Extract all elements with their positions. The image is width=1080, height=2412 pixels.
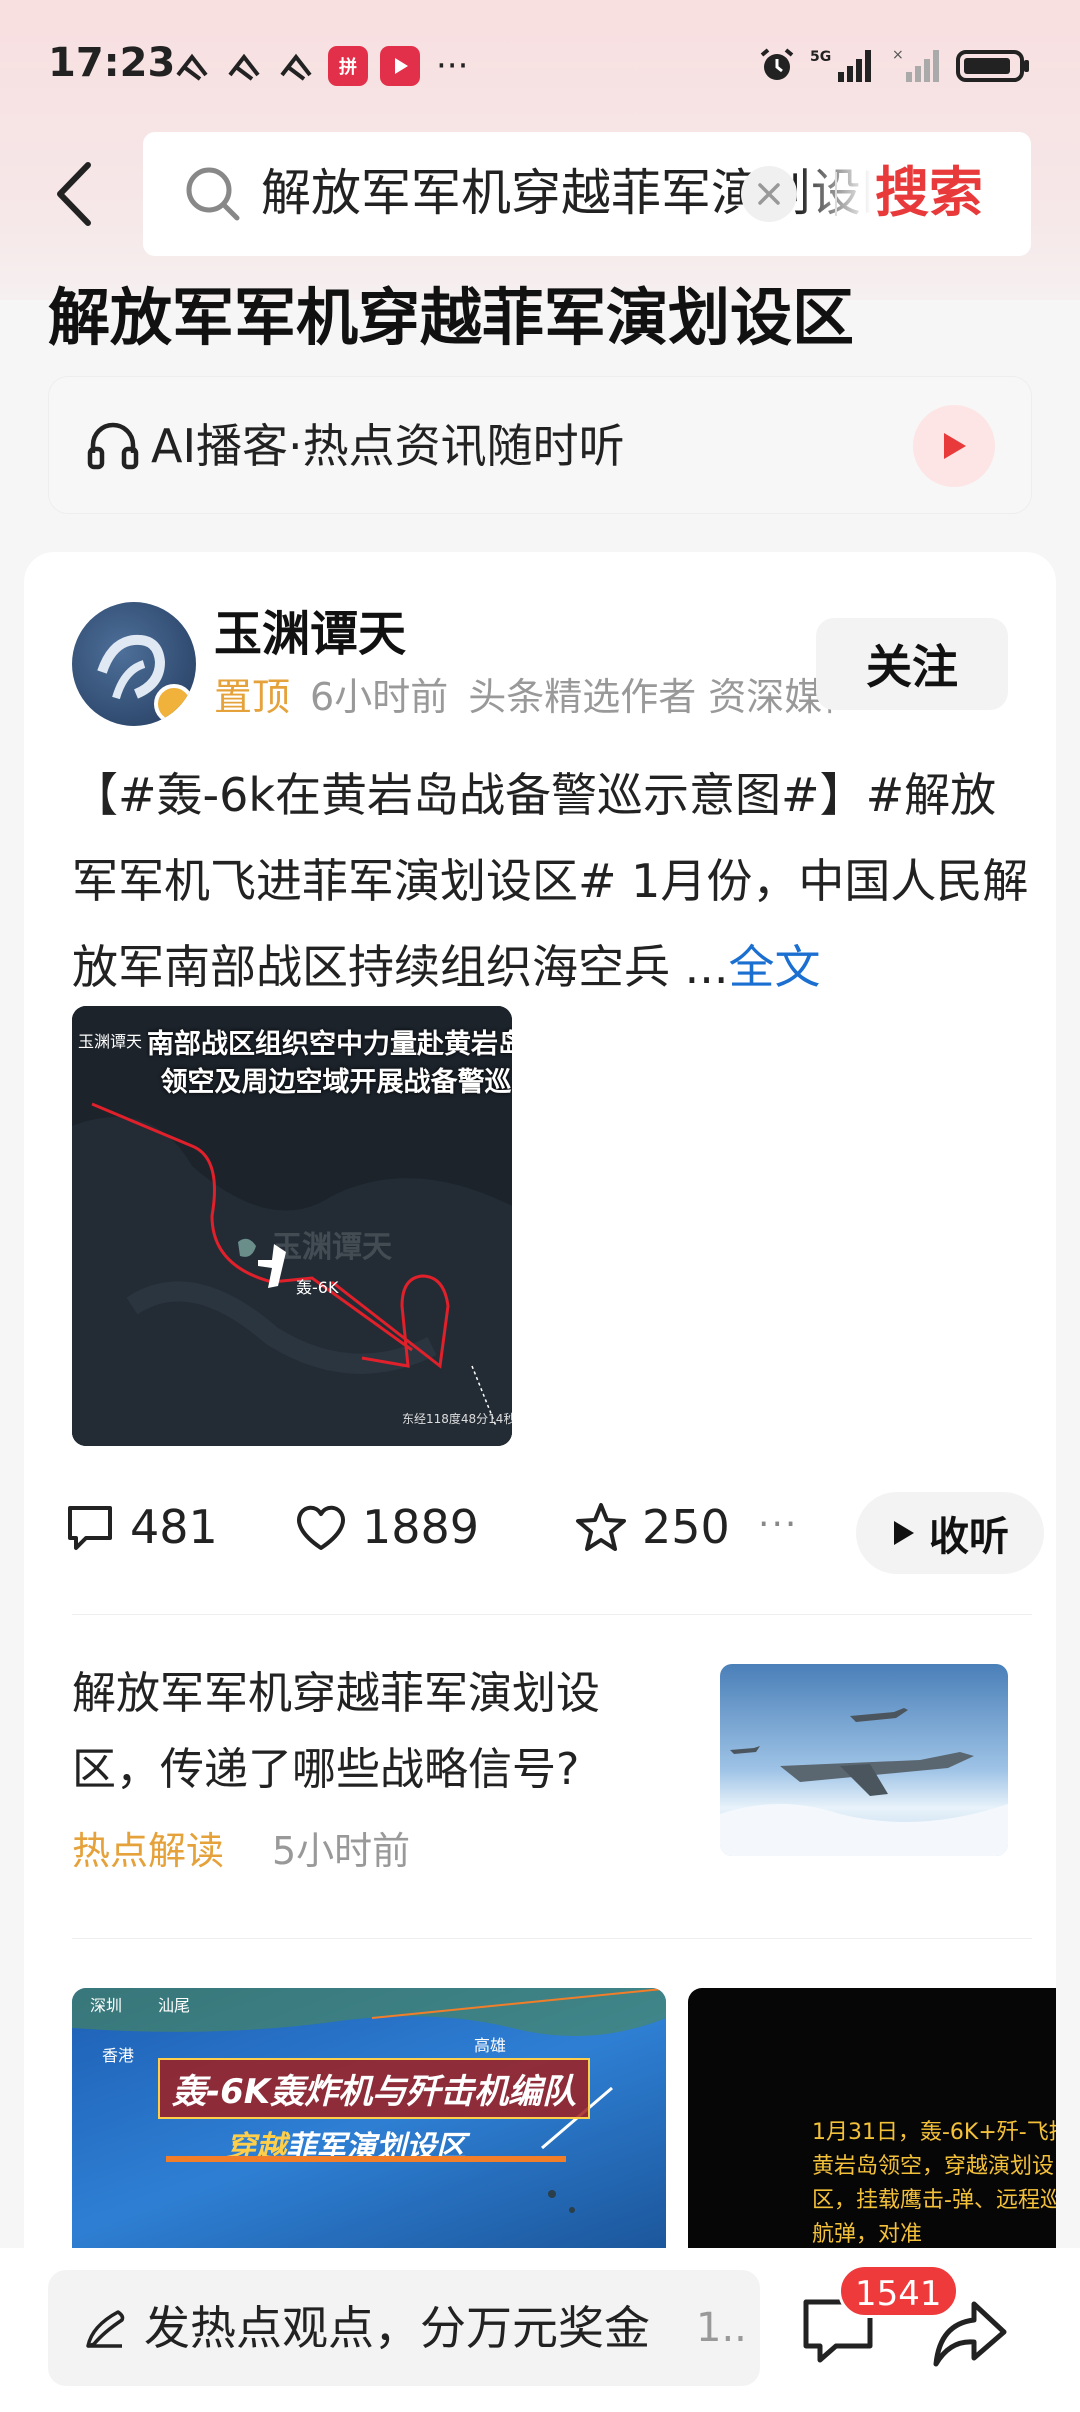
play-icon (894, 1521, 914, 1545)
video-thumbnail-2[interactable]: 1月31日，轰-6K+歼-飞抵黄岩岛领空，穿越演划设区，挂载鹰击-弹、远程巡航弹… (688, 1988, 1056, 2258)
signal-5g-icon: 5G (810, 49, 871, 82)
post-actions: 481 1889 250 ··· 收听 (64, 1482, 1044, 1582)
related-article-time: 5小时前 (272, 1829, 411, 1873)
image-corner-tag: 玉渊谭天 (78, 1032, 143, 1051)
heart-icon (297, 1505, 345, 1550)
video-1-underline (166, 2156, 566, 2162)
divider (72, 1938, 1032, 1939)
pen-icon (86, 2310, 125, 2348)
pinned-label: 置顶 (214, 675, 291, 719)
jets-image (720, 1708, 1008, 1856)
listen-label: 收听 (929, 1514, 1009, 1560)
comment-placeholder: 发热点观点，分万元奖金 (144, 2301, 650, 2355)
favorite-action[interactable]: 250 (574, 1500, 730, 1554)
like-action[interactable]: 1889 (294, 1500, 479, 1554)
share-button[interactable] (930, 2294, 1010, 2374)
more-options-icon[interactable]: ··· (758, 1504, 798, 1545)
svg-text:5G: 5G (810, 49, 831, 65)
aircraft-label: 轰-6K (296, 1278, 339, 1297)
video-2-text: 1月31日，轰-6K+歼-飞抵黄岩岛领空，穿越演划设区，挂载鹰击-弹、远程巡航弹… (812, 2120, 1056, 2247)
author-description: 头条精选作者 资深媒体人 (468, 675, 834, 719)
comment-input[interactable]: 发热点观点，分万元奖金 1.. (48, 2270, 760, 2386)
star-icon (576, 1503, 626, 1551)
image-caption-line1: 南部战区组织空中力量赴黄岩岛 (147, 1029, 512, 1060)
post-image[interactable]: 玉渊谭天 南部战区组织空中力量赴黄岩岛 领空及周边空域开展战备警巡 玉渊谭天 轰… (72, 1006, 512, 1446)
close-icon (758, 183, 780, 205)
ai-podcast-bar[interactable]: AI播客·热点资讯随时听 (48, 376, 1032, 514)
image-watermark: 玉渊谭天 (272, 1230, 392, 1265)
headphones-icon (87, 422, 139, 470)
app-notification-icon: 拼 (328, 46, 368, 86)
video-1-subtitle: 穿越菲军演划设区 (166, 2122, 566, 2166)
more-notifications-icon: ··· (436, 46, 469, 86)
related-article-tag: 热点解读 (72, 1829, 225, 1873)
map-place: 深圳 (90, 1996, 123, 2015)
chevron-left-icon (57, 162, 91, 226)
comment-action[interactable]: 481 (64, 1500, 218, 1554)
video-1-title: 轰-6K轰炸机与歼击机编队 (158, 2058, 591, 2119)
post-meta: 置顶 6小时前头条精选作者 资深媒体人 (214, 670, 834, 724)
avatar[interactable] (72, 602, 196, 726)
status-bar: 17:23 拼 ··· 5G × (0, 0, 1080, 130)
svg-text:×: × (892, 47, 904, 63)
map-place: 高雄 (474, 2036, 507, 2055)
image-caption: 南部战区组织空中力量赴黄岩岛 领空及周边空域开展战备警巡 (146, 1026, 512, 1102)
search-bar-row: 解放军军机穿越菲军演划设区 搜索 (0, 130, 1080, 260)
notification-icon-1 (172, 48, 212, 84)
verified-badge-icon (154, 684, 194, 724)
related-article-image[interactable] (720, 1664, 1008, 1856)
video-thumbnail-1[interactable]: 深圳 汕尾 香港 高雄 轰-6K轰炸机与歼击机编队 穿越菲军演划设区 (72, 1988, 666, 2258)
play-icon (944, 433, 966, 459)
post-text[interactable]: 【#轰-6k在黄岩岛战备警巡示意图#】#解放军军机飞进菲军演划设区# 1月份，中… (72, 752, 1032, 1010)
notification-icon-3 (276, 48, 316, 84)
post-card: 玉渊谭天 置顶 6小时前头条精选作者 资深媒体人 关注 【#轰-6k在黄岩岛战备警… (24, 552, 1056, 2412)
status-right: 5G × (758, 46, 1032, 84)
favorite-count: 250 (642, 1500, 730, 1554)
map-place: 汕尾 (158, 1996, 191, 2015)
notification-icon-2 (224, 48, 264, 84)
search-icon (186, 167, 240, 221)
divider (72, 1614, 1032, 1615)
read-more-link[interactable]: 全文 (729, 940, 821, 994)
search-divider (835, 172, 837, 216)
ai-podcast-play-button[interactable] (913, 405, 995, 487)
clear-search-button[interactable] (741, 166, 797, 222)
search-box[interactable]: 解放军军机穿越菲军演划设区 搜索 (143, 132, 1031, 256)
like-count: 1889 (362, 1500, 480, 1554)
signal-icon: × (892, 47, 939, 82)
page-title: 解放军军机穿越菲军演划设区 (48, 281, 855, 352)
ai-podcast-label: AI播客·热点资讯随时听 (151, 419, 625, 473)
comment-count: 481 (130, 1500, 218, 1554)
status-time: 17:23 (48, 40, 176, 86)
post-body: 【#轰-6k在黄岩岛战备警巡示意图#】#解放军军机飞进菲军演划设区# 1月份，中… (72, 768, 1029, 994)
alarm-icon (760, 48, 794, 80)
related-article-title[interactable]: 解放军军机穿越菲军演划设区，传递了哪些战略信号? (72, 1656, 662, 1808)
battery-icon (956, 50, 1029, 82)
listen-button[interactable]: 收听 (856, 1492, 1044, 1574)
back-button[interactable] (44, 154, 104, 234)
notification-icons: 拼 ··· (172, 46, 468, 86)
post-time: 6小时前 (310, 675, 449, 719)
search-submit-button[interactable]: 搜索 (875, 160, 983, 226)
comment-placeholder-more: 1.. (696, 2305, 747, 2351)
map-place: 香港 (102, 2046, 135, 2065)
image-coordinate: 东经118度48分14秒 北纬 (402, 1412, 512, 1426)
image-caption-line2: 领空及周边空域开展战备警巡 (160, 1067, 512, 1098)
author-name[interactable]: 玉渊谭天 (214, 604, 406, 664)
comment-icon (68, 1506, 112, 1550)
follow-button[interactable]: 关注 (816, 618, 1008, 710)
bottom-bar: 发热点观点，分万元奖金 1.. 1541 (0, 2248, 1080, 2412)
video-app-icon (380, 46, 420, 86)
